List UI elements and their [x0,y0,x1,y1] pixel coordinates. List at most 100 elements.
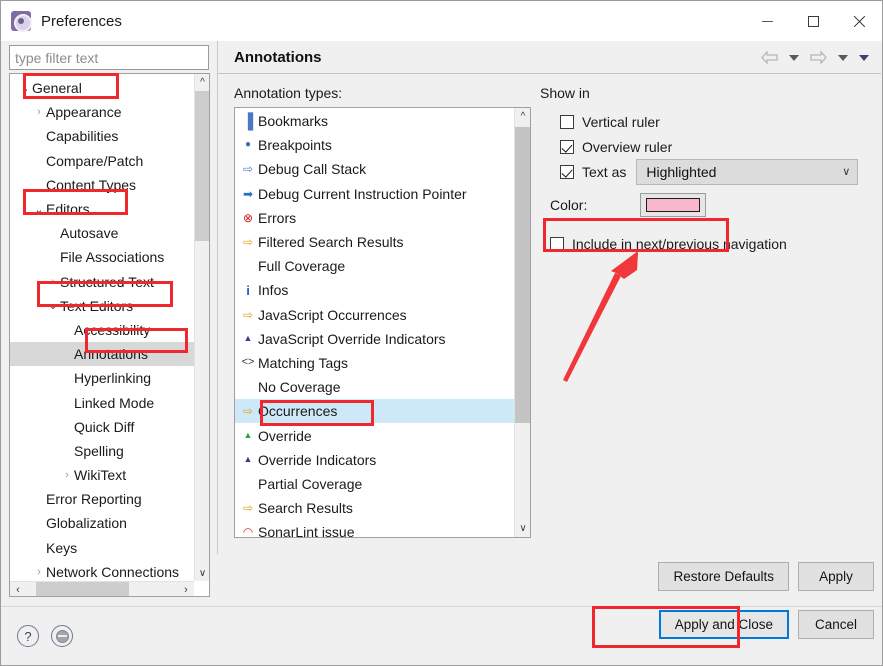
chevron-left-icon[interactable]: ‹ [10,582,26,596]
annotation-row[interactable]: ▲ JavaScript Override Indicators [235,327,514,351]
text-as-row[interactable]: Text as Highlighted ∨ [560,158,871,185]
sidebar-item-general[interactable]: ⌄ General [10,76,196,100]
text-as-select[interactable]: Highlighted ∨ [636,158,859,185]
annotation-types-list[interactable]: ▐ Bookmarks ● Breakpoints ⇨ Debug Call Stack ➡… [234,107,531,538]
sidebar-item-label: Keys [46,539,78,556]
color-row: Color: [550,190,871,220]
overview-ruler-checkbox[interactable] [560,139,574,154]
vertical-ruler-label: Vertical ruler [582,113,660,130]
sidebar-item-globalization[interactable]: Globalization [10,511,196,535]
sidebar-item-annotations[interactable]: Annotations [10,342,196,367]
sidebar-item-keys[interactable]: Keys [10,536,196,560]
cancel-button[interactable]: Cancel [798,610,874,639]
sidebar-item-label: File Associations [60,249,165,266]
vertical-ruler-checkbox[interactable] [560,114,574,129]
annotation-row[interactable]: ◠ SonarLint issue [235,520,514,537]
sidebar-item-linked-mode[interactable]: Linked Mode [10,390,196,414]
chevron-down-icon[interactable]: ∨ [195,565,209,581]
text-as-checkbox[interactable] [560,164,574,179]
chevron-right-icon[interactable]: › [60,469,74,481]
scrollbar-thumb-h[interactable] [36,582,129,596]
filter-input[interactable]: type filter text [9,45,209,70]
sidebar-item-appearance[interactable]: › Appearance [10,100,196,124]
sidebar-item-content-types[interactable]: Content Types [10,173,196,197]
sidebar-item-capabilities[interactable]: Capabilities [10,124,196,148]
annotation-row[interactable]: ⇨ Search Results [235,496,514,520]
sidebar-item-quick-diff[interactable]: Quick Diff [10,415,196,439]
include-navigation-checkbox[interactable] [550,237,564,251]
close-button[interactable] [836,1,882,41]
arrow-filled-icon: ➡ [242,186,254,201]
chevron-down-icon[interactable]: ∨ [515,520,530,537]
sidebar-item-structured-text[interactable]: › Structured Text [10,270,196,294]
vertical-ruler-row[interactable]: Vertical ruler [560,109,871,134]
annotation-row[interactable]: No Coverage [235,375,514,399]
annotation-row[interactable]: <> Matching Tags [235,351,514,375]
annotation-row[interactable]: ▲ Override [235,423,514,447]
minimize-button[interactable] [744,1,790,41]
chevron-down-icon: ∨ [842,166,851,178]
view-menu-button[interactable] [855,53,873,63]
apply-and-close-button[interactable]: Apply and Close [658,610,789,639]
annotation-label: Infos [258,282,289,299]
sidebar-item-label: Structured Text [60,273,154,290]
annotation-label: Filtered Search Results [258,234,404,251]
error-circle-icon: ⊗ [242,210,254,225]
color-picker-button[interactable] [640,193,706,217]
restore-defaults-button[interactable]: Restore Defaults [658,562,789,591]
chevron-right-icon[interactable]: › [32,566,46,578]
include-navigation-label: Include in next/previous navigation [572,236,787,252]
sidebar-item-file-associations[interactable]: File Associations [10,245,196,269]
annotation-row[interactable]: Full Coverage [235,254,514,278]
sidebar-item-text-editors[interactable]: ⌄ Text Editors [10,294,196,318]
list-vertical-scrollbar[interactable]: ^ ∨ [514,108,530,537]
sidebar-item-hyperlinking[interactable]: Hyperlinking [10,366,196,390]
chevron-right-icon[interactable]: › [46,276,60,288]
sidebar-item-autosave[interactable]: Autosave [10,221,196,245]
annotation-row[interactable]: i Infos [235,278,514,302]
tree-horizontal-scrollbar[interactable]: ‹ › [10,581,194,596]
sidebar-item-error-reporting[interactable]: Error Reporting [10,487,196,511]
apply-button[interactable]: Apply [798,562,874,591]
chevron-right-icon[interactable]: › [178,582,194,596]
sidebar-item-wikitext[interactable]: › WikiText [10,463,196,487]
annotation-row[interactable]: ● Breakpoints [235,133,514,157]
annotation-row[interactable]: ⇨ Filtered Search Results [235,230,514,254]
arrow-left-icon [761,51,778,64]
window-title: Preferences [41,12,122,30]
shell-icon[interactable] [51,625,73,647]
annotation-label: JavaScript Override Indicators [258,330,446,347]
scrollbar-thumb[interactable] [515,127,530,423]
scrollbar-thumb[interactable] [195,91,209,241]
sidebar-item-accessibility[interactable]: Accessibility [10,318,196,342]
forward-history-button[interactable] [834,53,852,63]
footer-tools: ? [17,625,73,647]
annotation-row[interactable]: ⇨ Occurrences [235,399,514,424]
tree-vertical-scrollbar[interactable]: ^ ∨ [194,74,209,581]
chevron-down-icon[interactable]: ⌄ [18,82,32,95]
forward-button[interactable] [806,49,831,66]
back-history-button[interactable] [785,53,803,63]
chevron-down-icon[interactable]: ⌄ [32,203,46,216]
chevron-up-icon[interactable]: ^ [195,74,209,90]
preference-tree[interactable]: ⌄ General › Appearance Capabilities Compare/P… [9,73,210,597]
annotation-row[interactable]: Partial Coverage [235,472,514,496]
sidebar-item-editors[interactable]: ⌄ Editors [10,197,196,221]
annotation-row[interactable]: ⇨ JavaScript Occurrences [235,303,514,327]
include-navigation-row[interactable]: Include in next/previous navigation [550,236,871,252]
chevron-up-icon[interactable]: ^ [515,108,530,125]
annotation-row[interactable]: ➡ Debug Current Instruction Pointer [235,182,514,206]
chevron-down-icon[interactable]: ⌄ [46,299,60,312]
maximize-button[interactable] [790,1,836,41]
annotation-row[interactable]: ▐ Bookmarks [235,109,514,133]
back-button[interactable] [757,49,782,66]
sidebar-item-compare-patch[interactable]: Compare/Patch [10,149,196,173]
chevron-right-icon[interactable]: › [32,106,46,118]
annotation-row[interactable]: ⊗ Errors [235,206,514,230]
help-icon[interactable]: ? [17,625,39,647]
annotation-rows: ▐ Bookmarks ● Breakpoints ⇨ Debug Call Stack ➡… [235,109,514,537]
overview-ruler-row[interactable]: Overview ruler [560,134,871,159]
sidebar-item-spelling[interactable]: Spelling [10,439,196,463]
annotation-row[interactable]: ▲ Override Indicators [235,448,514,472]
annotation-row[interactable]: ⇨ Debug Call Stack [235,157,514,181]
